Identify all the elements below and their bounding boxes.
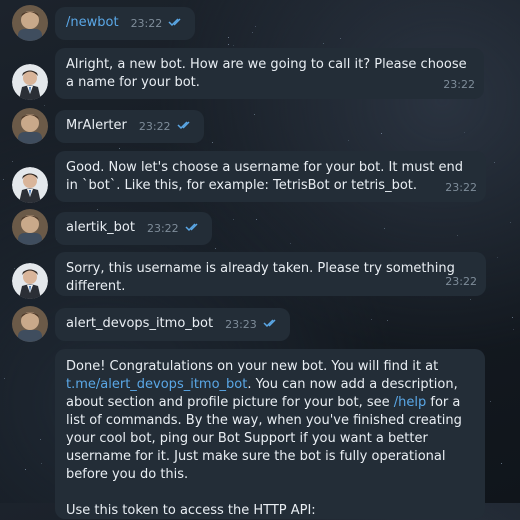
message-time: 23:22 (443, 78, 475, 91)
message-bubble[interactable]: Alright, a new bot. How are we going to … (55, 48, 484, 99)
message-time: 23:22 (130, 17, 163, 30)
message-text[interactable]: /newbot (66, 15, 119, 30)
message-text-part: Done! Congratulations on your new bot. Y… (66, 359, 443, 374)
message-time: 23:22 (445, 275, 477, 288)
message-time: 23:22 (445, 181, 477, 194)
message-text[interactable]: MrAlerter (66, 118, 127, 133)
user-avatar[interactable] (12, 5, 48, 41)
double-check-icon (177, 118, 193, 136)
message-bubble[interactable]: Good. Now let's choose a username for yo… (55, 151, 486, 202)
message-bubble[interactable]: alertik_bot 23:22 (55, 212, 212, 245)
message-text[interactable]: Alright, a new bot. How are we going to … (66, 57, 471, 90)
chat-history[interactable]: /newbot 23:22 Alright, a new bot. How are… (0, 0, 520, 519)
bot-link[interactable]: t.me/alert_devops_itmo_bot (66, 377, 247, 392)
message-text-part: Use this token to access the HTTP API: (66, 503, 316, 518)
message-text[interactable]: Good. Now let's choose a username for yo… (66, 160, 467, 193)
double-check-icon (185, 220, 201, 238)
message-bubble[interactable]: alert_devops_itmo_bot 23:23 (55, 308, 290, 341)
message-time: 23:23 (225, 318, 257, 331)
help-command-link[interactable]: /help (394, 395, 426, 410)
user-avatar[interactable] (12, 108, 48, 144)
user-avatar[interactable] (12, 306, 48, 342)
message-text[interactable]: Sorry, this username is already taken. P… (66, 261, 459, 294)
message-time: 23:22 (146, 222, 179, 235)
message-time: 23:22 (138, 120, 171, 133)
message-bubble[interactable]: MrAlerter 23:22 (55, 110, 204, 143)
bot-avatar[interactable] (12, 263, 48, 299)
double-check-icon (263, 316, 279, 334)
double-check-icon (168, 15, 184, 33)
user-avatar[interactable] (12, 209, 48, 245)
message-text[interactable]: alertik_bot (66, 220, 135, 235)
message-bubble[interactable]: Sorry, this username is already taken. P… (55, 252, 486, 296)
bot-avatar[interactable] (12, 167, 48, 203)
message-text[interactable]: alert_devops_itmo_bot (66, 316, 213, 331)
message-bubble[interactable]: Done! Congratulations on your new bot. Y… (55, 349, 485, 519)
bot-avatar[interactable] (12, 64, 48, 100)
message-bubble[interactable]: /newbot 23:22 (55, 7, 196, 40)
